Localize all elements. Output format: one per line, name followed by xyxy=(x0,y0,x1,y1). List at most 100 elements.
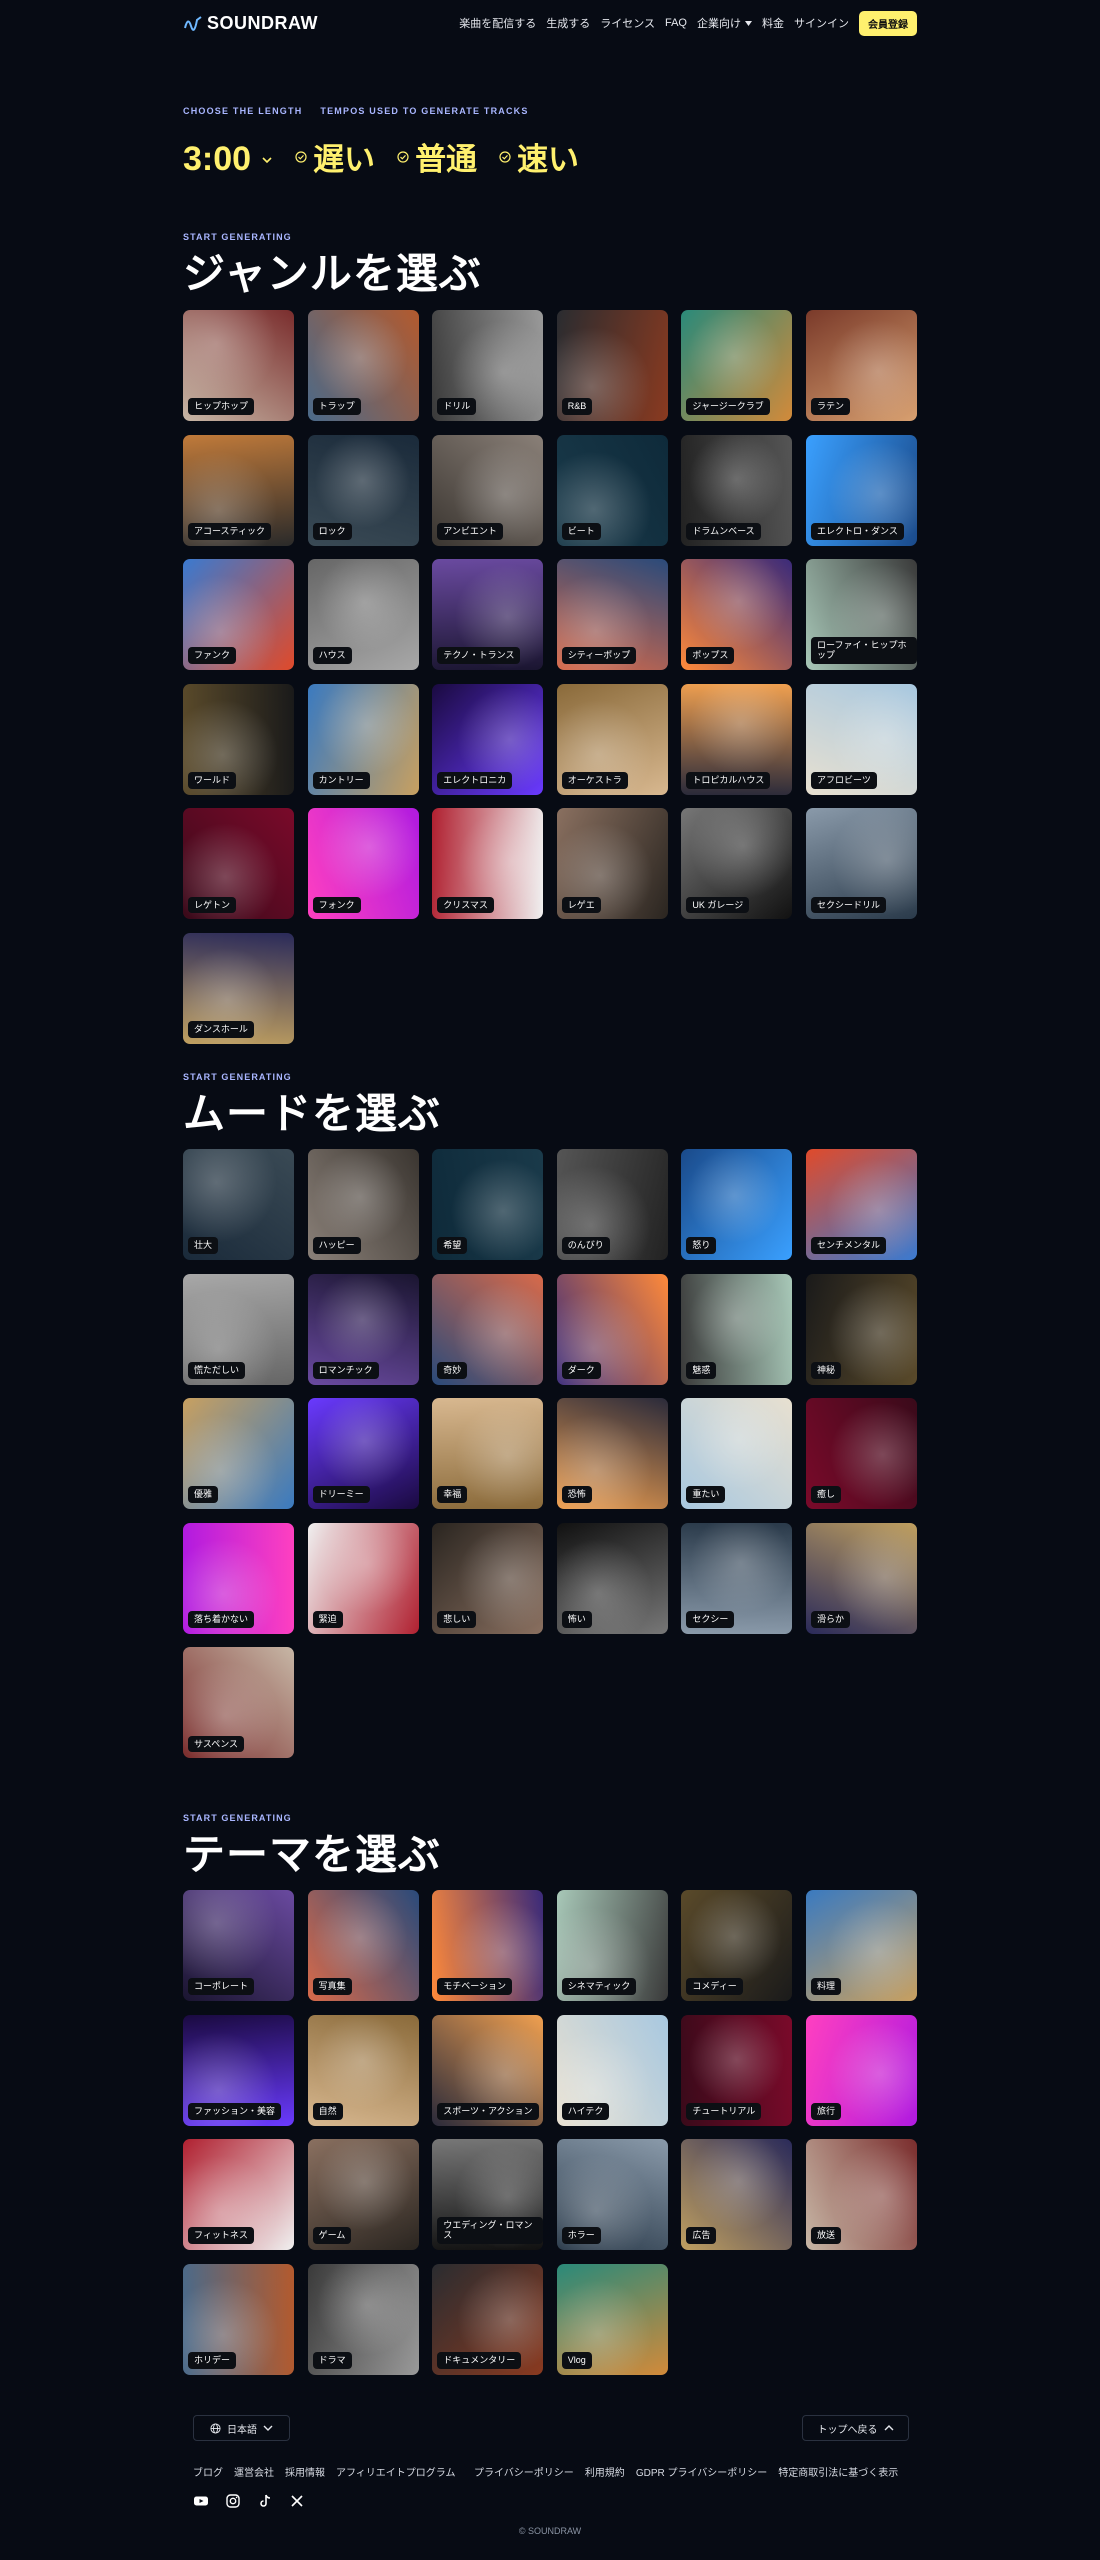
category-tile[interactable]: ローファイ・ヒップホップ xyxy=(806,559,917,671)
category-tile[interactable]: ドラムンベース xyxy=(681,434,793,546)
category-tile[interactable]: ヒップホップ xyxy=(183,310,294,421)
footer-link-careers[interactable]: 採用情報 xyxy=(285,2464,325,2479)
category-tile[interactable]: ホリデー xyxy=(183,2263,294,2375)
category-tile[interactable]: ファンク xyxy=(183,559,294,671)
tempo-slow[interactable]: 遅い xyxy=(295,134,375,179)
category-tile[interactable]: のんびり xyxy=(556,1149,668,1260)
category-tile[interactable]: 怖い xyxy=(556,1522,668,1634)
nav-pricing[interactable]: 料金 xyxy=(762,15,784,31)
category-tile[interactable]: ロマンチック xyxy=(307,1273,419,1385)
category-tile[interactable]: ドリーミー xyxy=(307,1398,419,1510)
footer-link-privacy[interactable]: プライバシーポリシー xyxy=(474,2464,574,2479)
nav-signin[interactable]: サインイン xyxy=(794,15,849,31)
category-tile[interactable]: シティーポップ xyxy=(556,559,668,671)
footer-link-commerce[interactable]: 特定商取引法に基づく表示 xyxy=(778,2464,898,2479)
x-icon[interactable] xyxy=(289,2493,305,2509)
category-tile[interactable]: ポップス xyxy=(681,559,793,671)
tiktok-icon[interactable] xyxy=(257,2493,273,2509)
category-tile[interactable]: ハイテク xyxy=(556,2014,668,2126)
footer-link-company[interactable]: 運営会社 xyxy=(234,2464,274,2479)
category-tile[interactable]: レゲトン xyxy=(183,808,294,920)
category-tile[interactable]: ウエディング・ロマンス xyxy=(432,2139,544,2251)
language-select[interactable]: 日本語 xyxy=(193,2415,290,2441)
category-tile[interactable]: ジャージークラブ xyxy=(681,310,793,421)
footer-link-blog[interactable]: ブログ xyxy=(193,2464,223,2479)
category-tile[interactable]: 旅行 xyxy=(806,2014,917,2126)
category-tile[interactable]: ゲーム xyxy=(307,2139,419,2251)
category-tile[interactable]: アフロビーツ xyxy=(806,683,917,795)
category-tile[interactable]: 神秘 xyxy=(806,1273,917,1385)
category-tile[interactable]: カントリー xyxy=(307,683,419,795)
category-tile[interactable]: シネマティック xyxy=(556,1890,668,2001)
nav-generate[interactable]: 生成する xyxy=(546,15,590,31)
category-tile[interactable]: テクノ・トランス xyxy=(432,559,544,671)
nav-license[interactable]: ライセンス xyxy=(600,15,655,31)
category-tile[interactable]: 放送 xyxy=(806,2139,917,2251)
category-tile[interactable]: 写真集 xyxy=(307,1890,419,2001)
category-tile[interactable]: サスペンス xyxy=(183,1647,294,1759)
footer-link-terms[interactable]: 利用規約 xyxy=(585,2464,625,2479)
category-tile[interactable]: エレクトロニカ xyxy=(432,683,544,795)
category-tile[interactable]: レゲエ xyxy=(556,808,668,920)
category-tile[interactable]: エレクトロ・ダンス xyxy=(806,434,917,546)
category-tile[interactable]: センチメンタル xyxy=(806,1149,917,1260)
category-tile[interactable]: 落ち着かない xyxy=(183,1522,294,1634)
category-tile[interactable]: 恐怖 xyxy=(556,1398,668,1510)
back-to-top-button[interactable]: トップへ戻る xyxy=(802,2415,909,2441)
youtube-icon[interactable] xyxy=(193,2493,209,2509)
category-tile[interactable]: コーポレート xyxy=(183,1890,294,2001)
category-tile[interactable]: 滑らか xyxy=(806,1522,917,1634)
category-tile[interactable]: 優雅 xyxy=(183,1398,294,1510)
category-tile[interactable]: ドラマ xyxy=(307,2263,419,2375)
category-tile[interactable]: アンビエント xyxy=(432,434,544,546)
category-tile[interactable]: Vlog xyxy=(556,2263,668,2375)
category-tile[interactable]: 緊迫 xyxy=(307,1522,419,1634)
nav-distribute[interactable]: 楽曲を配信する xyxy=(459,15,536,31)
nav-business-dropdown[interactable]: 企業向け xyxy=(697,15,752,31)
category-tile[interactable]: ホラー xyxy=(556,2139,668,2251)
category-tile[interactable]: フォンク xyxy=(307,808,419,920)
category-tile[interactable]: ファッション・美容 xyxy=(183,2014,294,2126)
category-tile[interactable]: UK ガレージ xyxy=(681,808,793,920)
duration-select[interactable]: 3:00 xyxy=(183,140,273,179)
category-tile[interactable]: 料理 xyxy=(806,1890,917,2001)
tempo-fast[interactable]: 速い xyxy=(499,134,579,179)
category-tile[interactable]: ハッピー xyxy=(307,1149,419,1260)
category-tile[interactable]: クリスマス xyxy=(432,808,544,920)
category-tile[interactable]: R&B xyxy=(556,310,668,421)
category-tile[interactable]: 自然 xyxy=(307,2014,419,2126)
logo[interactable]: SOUNDRAW xyxy=(183,13,318,34)
nav-faq[interactable]: FAQ xyxy=(665,17,687,29)
category-tile[interactable]: オーケストラ xyxy=(556,683,668,795)
category-tile[interactable]: アコースティック xyxy=(183,434,294,546)
category-tile[interactable]: ドキュメンタリー xyxy=(432,2263,544,2375)
category-tile[interactable]: 幸福 xyxy=(432,1398,544,1510)
footer-link-gdpr[interactable]: GDPR プライバシーポリシー xyxy=(636,2464,767,2479)
category-tile[interactable]: 希望 xyxy=(432,1149,544,1260)
category-tile[interactable]: トラップ xyxy=(307,310,419,421)
category-tile[interactable]: 魅惑 xyxy=(681,1273,793,1385)
tempo-normal[interactable]: 普通 xyxy=(397,134,477,179)
footer-link-affiliate[interactable]: アフィリエイトプログラム xyxy=(336,2464,456,2479)
category-tile[interactable]: ワールド xyxy=(183,683,294,795)
category-tile[interactable]: セクシードリル xyxy=(806,808,917,920)
category-tile[interactable]: ロック xyxy=(307,434,419,546)
category-tile[interactable]: ハウス xyxy=(307,559,419,671)
category-tile[interactable]: ラテン xyxy=(806,310,917,421)
category-tile[interactable]: 慌ただしい xyxy=(183,1273,294,1385)
instagram-icon[interactable] xyxy=(225,2493,241,2509)
category-tile[interactable]: トロピカルハウス xyxy=(681,683,793,795)
category-tile[interactable]: フィットネス xyxy=(183,2139,294,2251)
category-tile[interactable]: 重たい xyxy=(681,1398,793,1510)
category-tile[interactable]: モチベーション xyxy=(432,1890,544,2001)
category-tile[interactable]: セクシー xyxy=(681,1522,793,1634)
category-tile[interactable]: 悲しい xyxy=(432,1522,544,1634)
category-tile[interactable]: ビート xyxy=(556,434,668,546)
category-tile[interactable]: 癒し xyxy=(806,1398,917,1510)
category-tile[interactable]: 怒り xyxy=(681,1149,793,1260)
category-tile[interactable]: 壮大 xyxy=(183,1149,294,1260)
category-tile[interactable]: ダンスホール xyxy=(183,933,294,1044)
category-tile[interactable]: ダーク xyxy=(556,1273,668,1385)
category-tile[interactable]: ドリル xyxy=(432,310,544,421)
category-tile[interactable]: コメディー xyxy=(681,1890,793,2001)
